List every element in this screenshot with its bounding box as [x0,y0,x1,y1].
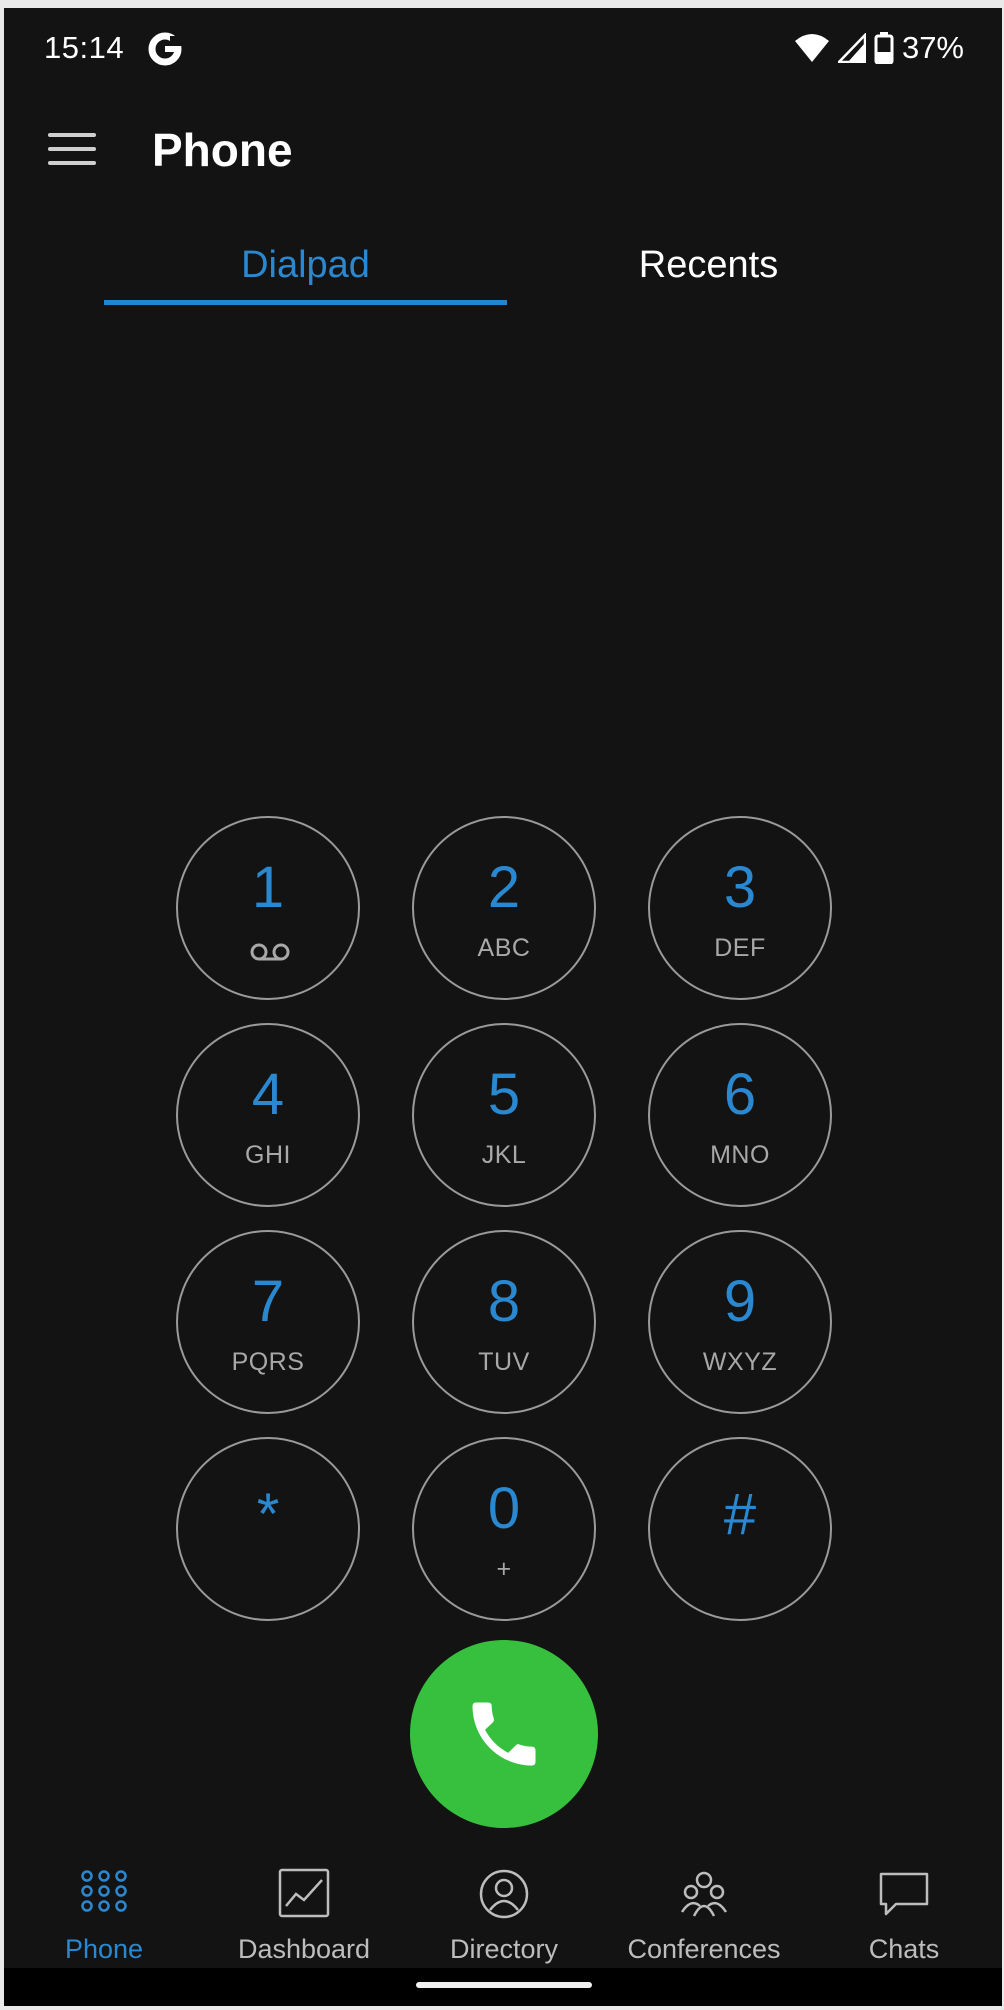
hamburger-menu-icon[interactable] [48,133,96,173]
key-5[interactable]: 5 JKL [412,1023,596,1207]
group-icon [680,1871,728,1917]
key-digit: 2 [487,855,521,920]
dialpad-grid-icon [81,1870,127,1912]
phone-screen: 15:14 37% Phone Dialpad Recents 1 2 ABC … [4,8,1002,2006]
key-digit: # [723,1482,757,1547]
tab-recents[interactable]: Recents [507,230,910,306]
key-digit: 1 [251,855,285,920]
key-letters: WXYZ [702,1348,778,1376]
key-letters: DEF [714,934,766,962]
key-0[interactable]: 0 + [412,1437,596,1621]
key-letters: MNO [710,1141,770,1169]
key-digit: 6 [723,1062,757,1127]
key-letters: PQRS [231,1348,305,1376]
google-icon [148,32,182,66]
home-gesture-handle[interactable] [416,1982,592,1988]
nav-dashboard[interactable]: Dashboard [204,1854,404,1974]
battery-percent: 37% [901,30,964,65]
key-6[interactable]: 6 MNO [648,1023,832,1207]
battery-icon [874,32,894,64]
nav-directory[interactable]: Directory [404,1854,604,1974]
tab-dialpad[interactable]: Dialpad [104,230,507,306]
key-letters: GHI [245,1141,291,1169]
nav-chats[interactable]: Chats [804,1854,1002,1974]
key-digit: 4 [251,1062,285,1127]
key-7[interactable]: 7 PQRS [176,1230,360,1414]
phone-handset-icon [472,1702,536,1766]
nav-phone[interactable]: Phone [4,1854,204,1974]
key-digit: 3 [723,855,757,920]
key-digit: 5 [487,1062,521,1127]
nav-label: Chats [868,1934,940,1964]
tab-bar: Dialpad Recents [104,230,910,310]
key-1[interactable]: 1 [176,816,360,1000]
key-digit: 8 [487,1269,521,1334]
tab-selected-indicator [104,300,507,305]
key-digit: 7 [251,1269,285,1334]
app-bar: Phone [4,103,1002,203]
key-letters: TUV [478,1348,530,1376]
voicemail-icon [250,943,290,961]
nav-label: Dashboard [237,1934,371,1964]
system-gesture-bar [4,1968,1002,2006]
key-letters: ABC [477,934,531,962]
wifi-icon [794,34,829,62]
key-letters: JKL [481,1141,527,1169]
key-hash[interactable]: # [648,1437,832,1621]
key-star[interactable]: * [176,1437,360,1621]
key-digit: 0 [487,1476,521,1541]
key-4[interactable]: 4 GHI [176,1023,360,1207]
key-digit: * [256,1482,280,1547]
status-time: 15:14 [44,30,125,65]
status-icons: 37% [794,30,964,66]
key-9[interactable]: 9 WXYZ [648,1230,832,1414]
nav-label: Directory [449,1934,558,1964]
nav-label: Conferences [627,1934,781,1964]
call-button[interactable] [410,1640,598,1828]
key-2[interactable]: 2 ABC [412,816,596,1000]
chat-bubble-icon [879,1872,929,1916]
status-bar: 15:14 37% [4,8,1002,88]
cellular-signal-icon [837,33,866,63]
page-title: Phone [152,124,293,176]
bottom-navigation: Phone Dashboard Directory Conferences Ch… [4,1854,1002,1974]
key-3[interactable]: 3 DEF [648,816,832,1000]
person-icon [479,1869,529,1919]
chart-icon [278,1868,330,1918]
nav-label: Phone [64,1934,144,1964]
key-8[interactable]: 8 TUV [412,1230,596,1414]
key-digit: 9 [723,1269,757,1334]
nav-conferences[interactable]: Conferences [604,1854,804,1974]
key-letters: + [496,1555,512,1583]
